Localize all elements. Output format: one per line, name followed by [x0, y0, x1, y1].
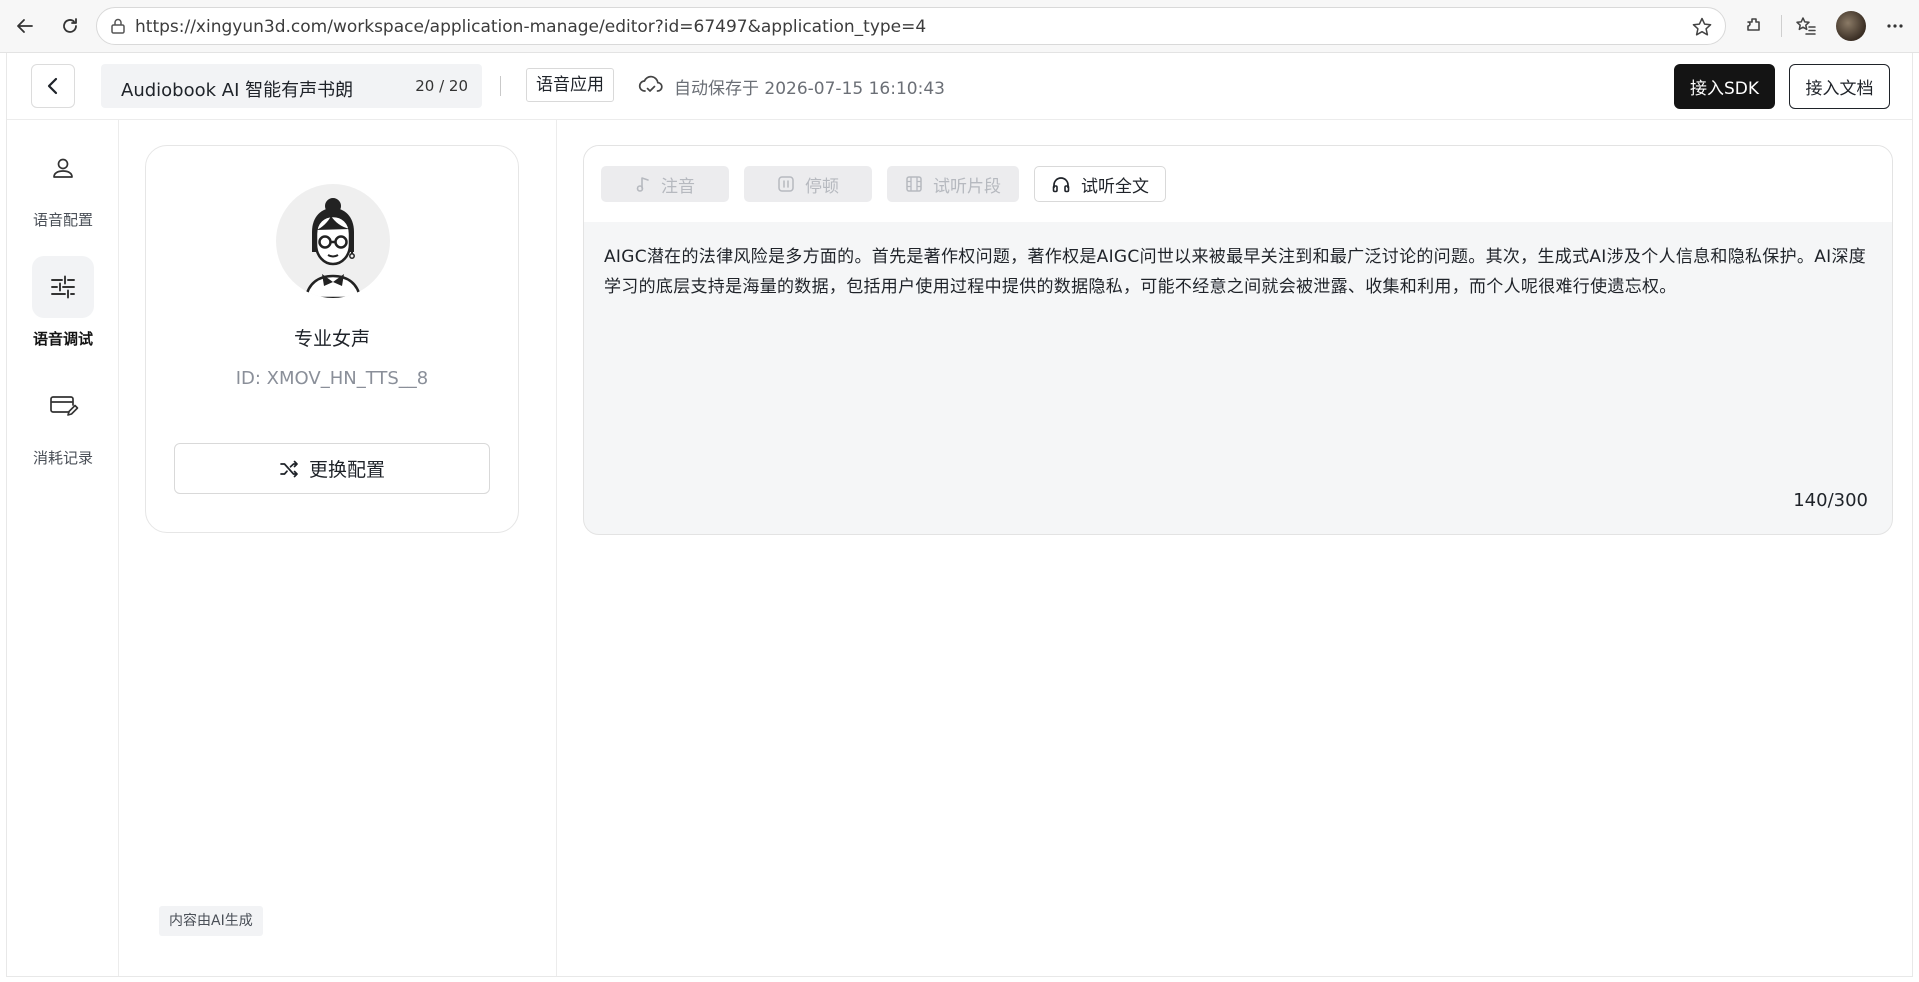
text-editor: 注音 停顿 试听片段 试听全文 AIGC潜在的法律风险是多方面的。首先是著作权问…: [583, 145, 1893, 535]
sidebar-item-usage-records[interactable]: 消耗记录: [7, 375, 119, 471]
voice-panel: 专业女声 ID: XMOV_HN_TTS__8 更换配置 内容由AI生成: [119, 120, 557, 976]
chevron-left-icon: [47, 77, 58, 95]
pause-label: 停顿: [805, 176, 839, 197]
phonetic-button[interactable]: 注音: [601, 166, 729, 202]
ai-generated-badge: 内容由AI生成: [159, 906, 263, 936]
favorites-list-icon[interactable]: [1791, 11, 1821, 41]
sidebar-item-voice-config[interactable]: 语音配置: [7, 137, 119, 233]
title-char-count: 20 / 20: [415, 77, 468, 95]
preview-all-label: 试听全文: [1081, 176, 1149, 197]
preview-segment-button[interactable]: 试听片段: [887, 166, 1019, 202]
address-bar[interactable]: https://xingyun3d.com/workspace/applicat…: [96, 7, 1726, 45]
sidebar-item-label: 消耗记录: [32, 449, 93, 467]
url-text[interactable]: https://xingyun3d.com/workspace/applicat…: [135, 17, 926, 37]
sidebar-item-voice-debug[interactable]: 语音调试: [7, 256, 119, 352]
editor-textarea[interactable]: AIGC潜在的法律风险是多方面的。首先是著作权问题，著作权是AIGC问世以来被最…: [604, 242, 1874, 302]
pause-icon: [778, 176, 794, 192]
music-note-icon: [636, 177, 649, 192]
back-button[interactable]: [31, 64, 75, 108]
change-config-button[interactable]: 更换配置: [174, 443, 490, 494]
change-config-label: 更换配置: [308, 459, 385, 481]
site-info-icon[interactable]: [109, 17, 127, 39]
phonetic-label: 注音: [661, 176, 695, 197]
left-sidebar: 语音配置 语音调试 消耗记录: [7, 120, 119, 976]
voice-card: 专业女声 ID: XMOV_HN_TTS__8 更换配置: [145, 145, 519, 533]
back-arrow-icon[interactable]: [10, 11, 40, 41]
reload-icon[interactable]: [55, 11, 85, 41]
preview-segment-label: 试听片段: [933, 176, 1001, 197]
integration-docs-button[interactable]: 接入文档: [1789, 64, 1890, 109]
user-icon: [32, 137, 94, 199]
app-title[interactable]: Audiobook AI 智能有声书朗: [121, 76, 353, 102]
header-divider: [500, 76, 501, 96]
voice-name: 专业女声: [293, 328, 370, 350]
browser-toolbar: https://xingyun3d.com/workspace/applicat…: [0, 0, 1919, 53]
sidebar-item-label: 语音配置: [32, 211, 93, 229]
editor-char-count: 140/300: [1793, 490, 1868, 511]
editor-toolbar: 注音 停顿 试听片段 试听全文: [584, 146, 1892, 222]
headphones-icon: [1052, 177, 1070, 193]
cloud-save-icon: [638, 74, 664, 100]
film-icon: [906, 176, 922, 192]
voice-avatar: [276, 184, 390, 298]
autosave-status: 自动保存于 2026-07-15 16:10:43: [674, 79, 945, 99]
sliders-icon: [32, 256, 94, 318]
card-edit-icon: [32, 375, 94, 437]
app-window: Audiobook AI 智能有声书朗 20 / 20 语音应用 自动保存于 2…: [6, 53, 1913, 977]
app-title-input[interactable]: Audiobook AI 智能有声书朗 20 / 20: [101, 64, 482, 108]
shuffle-icon: [280, 460, 298, 477]
favorite-star-icon[interactable]: [1691, 16, 1713, 42]
extensions-icon[interactable]: [1740, 11, 1770, 41]
profile-avatar[interactable]: [1836, 11, 1866, 41]
sidebar-item-label: 语音调试: [32, 330, 93, 348]
app-type-badge: 语音应用: [526, 68, 614, 102]
pause-button[interactable]: 停顿: [744, 166, 872, 202]
more-menu-icon[interactable]: [1880, 11, 1910, 41]
app-header: Audiobook AI 智能有声书朗 20 / 20 语音应用 自动保存于 2…: [7, 53, 1912, 120]
preview-all-button[interactable]: 试听全文: [1034, 166, 1166, 202]
voice-id: ID: XMOV_HN_TTS__8: [235, 368, 429, 389]
integrate-sdk-button[interactable]: 接入SDK: [1674, 64, 1775, 109]
